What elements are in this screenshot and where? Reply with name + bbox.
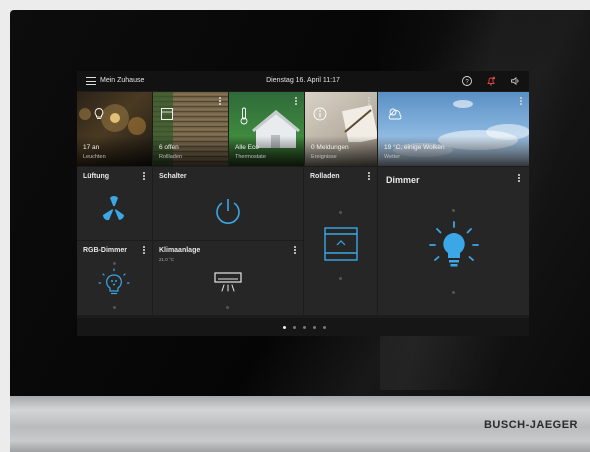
tile-rollladen[interactable]: Rolladen [304,167,377,315]
tile-label: Lüftung [83,173,110,180]
tile-value: Alle Eco [235,144,259,151]
device-steel-bar: BUSCH-JAEGER [10,396,590,452]
kebab-icon[interactable] [368,97,371,107]
step-dot [339,211,342,214]
step-dot [226,306,229,309]
tile-caption: Wetter [384,154,401,160]
fan-icon [102,196,124,221]
page-dot[interactable] [303,326,306,329]
bulb-icon[interactable] [424,219,484,279]
bulb-icon [94,108,104,119]
tile-shade [378,136,529,166]
tile-schalter[interactable]: Schalter [153,167,303,240]
tile-label: Schalter [159,173,187,180]
tile-klimaanlage[interactable]: Klimaanlage 21.0 °C [153,241,303,315]
tile-value: 6 offen [159,144,179,151]
tile-leuchten[interactable]: 17 an Leuchten [77,92,152,166]
tile-thermostate[interactable]: Alle Eco Thermostate [229,92,304,166]
tile-lueftung[interactable]: Lüftung [77,167,152,240]
step-dot [452,291,455,294]
blind-icon [161,108,173,120]
rgb-bulb-icon[interactable] [97,268,131,302]
tile-shade [153,136,228,166]
tile-shade [77,136,152,166]
tile-rollladen-status[interactable]: 6 offen Rollladen [153,92,228,166]
brand-logo: BUSCH-JAEGER [483,419,578,431]
svg-text:?: ? [465,79,469,85]
page-indicator [77,318,529,336]
page-dot[interactable] [293,326,296,329]
kebab-icon[interactable] [295,97,298,107]
kebab-icon[interactable] [219,97,222,107]
step-dot [113,306,116,309]
kebab-icon[interactable] [520,97,523,107]
page-dot[interactable] [313,326,316,329]
tile-caption: Leuchten [83,154,106,160]
tile-label: Klimaanlage [159,247,201,254]
tile-label: Rolladen [310,173,340,180]
thermometer-icon [240,107,248,125]
tile-value: 17 an [83,144,100,151]
step-dot [113,262,116,265]
bell-icon[interactable] [485,75,497,87]
tile-wetter[interactable]: 19 °C, einige Wolken Wetter [378,92,529,166]
tile-dimmer[interactable]: Dimmer [378,167,529,315]
info-icon [313,107,327,121]
help-icon[interactable]: ? [461,75,473,87]
speaker-icon[interactable] [509,75,521,87]
step-dot [452,209,455,212]
ac-icon[interactable] [213,271,243,295]
step-dot [339,277,342,280]
tile-shade [305,136,377,166]
tile-grid: 17 an Leuchten 6 offen Rollladen Alle Ec… [77,92,529,318]
kebab-icon[interactable] [518,174,521,184]
page-dot[interactable] [323,326,326,329]
top-bar: Mein Zuhause Dienstag 16. April 11:17 ? [77,71,529,91]
tile-value: 0 Meldungen [311,144,349,151]
blind-icon[interactable] [321,224,361,264]
kebab-icon[interactable] [143,246,146,256]
kebab-icon[interactable] [294,246,297,256]
tile-caption: Rollladen [159,154,182,160]
tile-ereignisse[interactable]: 0 Meldungen Ereignisse [305,92,377,166]
weather-icon [388,108,402,120]
background-edge [0,0,10,452]
tile-value: 19 °C, einige Wolken [384,144,445,151]
background [0,0,590,10]
touch-screen: Mein Zuhause Dienstag 16. April 11:17 ? [77,71,529,336]
page-dot[interactable] [283,326,286,329]
tile-label: Dimmer [386,175,420,185]
tile-rgb-dimmer[interactable]: RGB-Dimmer [77,241,152,315]
kebab-icon[interactable] [143,172,146,182]
tile-shade [229,136,304,166]
power-icon[interactable] [212,195,244,227]
kebab-icon[interactable] [368,172,371,182]
tile-label: RGB-Dimmer [83,247,127,254]
tile-caption: Ereignisse [311,154,337,160]
tile-caption: Thermostate [235,154,266,160]
tile-temperature: 21.0 °C [159,257,175,262]
